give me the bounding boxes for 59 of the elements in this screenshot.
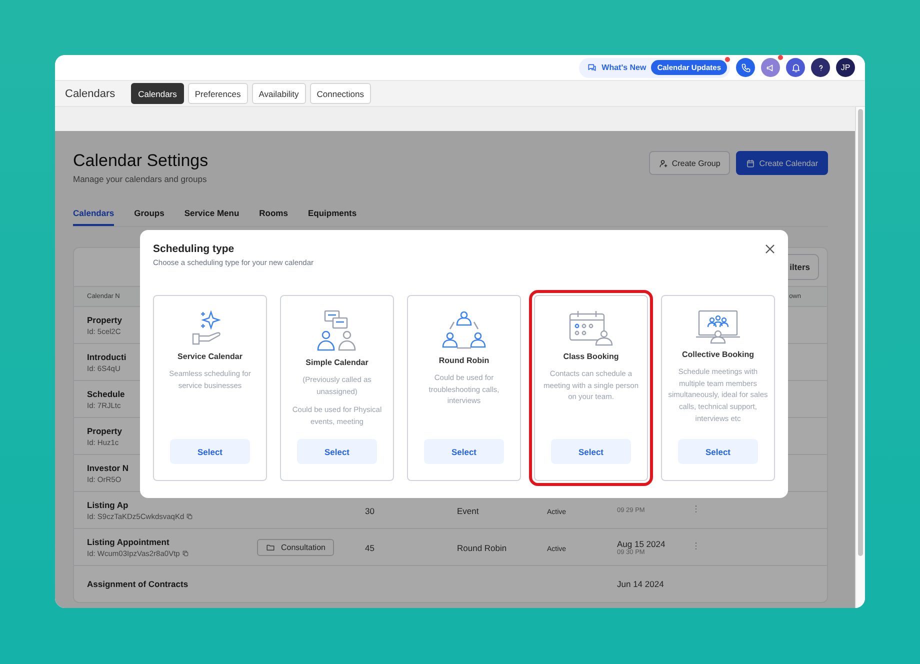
copy-icon[interactable]: [182, 550, 189, 556]
calendar-name: Listing Ap: [87, 500, 128, 510]
date-cell-text: Aug 15 2024: [617, 538, 666, 548]
select-button[interactable]: Select: [678, 439, 758, 464]
user-avatar[interactable]: JP: [836, 58, 855, 77]
bell-button[interactable]: [786, 58, 805, 77]
calendar-name: Schedule: [87, 388, 125, 398]
option-title: Simple Calendar: [306, 358, 368, 367]
group-chip[interactable]: Consultation: [257, 538, 334, 556]
laptop-people-icon: [695, 310, 741, 344]
nav-tab[interactable]: Availability: [252, 83, 306, 104]
page-tab[interactable]: Rooms: [259, 208, 288, 226]
select-button[interactable]: Select: [551, 439, 631, 464]
calendar-name: Property: [87, 314, 122, 324]
copy-icon[interactable]: [186, 512, 194, 520]
megaphone-button[interactable]: [761, 58, 780, 77]
select-button[interactable]: Select: [297, 439, 377, 464]
create-group-button[interactable]: Create Group: [648, 151, 730, 175]
option-title: Round Robin: [438, 356, 490, 365]
date-cell-text: Jun 14 2024: [617, 579, 665, 589]
page-tab[interactable]: Equipments: [308, 208, 357, 226]
phone-button[interactable]: [736, 58, 755, 77]
page-tab[interactable]: Groups: [134, 208, 164, 226]
dialog-title: Scheduling type: [153, 243, 234, 255]
phone-icon: [740, 62, 750, 72]
select-button[interactable]: Select: [424, 439, 504, 464]
page-tab[interactable]: Service Menu: [184, 208, 240, 226]
calendar-name: Property: [87, 426, 122, 436]
section-title: Calendars: [65, 88, 116, 100]
close-icon[interactable]: [764, 242, 776, 254]
nav-tab[interactable]: Preferences: [188, 83, 248, 104]
user-plus-icon: [658, 158, 668, 168]
option-title: Class Booking: [563, 352, 619, 361]
option-title: Collective Booking: [682, 350, 754, 359]
folder-icon: [266, 542, 275, 552]
select-button[interactable]: Select: [170, 439, 250, 464]
calendar-people-icon: [568, 310, 614, 346]
help-button[interactable]: [811, 58, 830, 77]
page-tab[interactable]: Calendars: [73, 208, 114, 226]
people-circle-icon: [442, 310, 486, 350]
nav-tab[interactable]: Connections: [310, 83, 372, 104]
calendar-name: Introducti: [87, 352, 126, 362]
calendar-icon: [746, 158, 756, 168]
whats-new-link[interactable]: What's New: [602, 63, 646, 72]
nav-tab[interactable]: Calendars: [131, 83, 184, 104]
calendar-name: Listing Appointment: [87, 536, 170, 546]
group-label: Consultation: [281, 542, 326, 552]
chat-icon: [586, 62, 597, 72]
duration-cell: 45: [365, 543, 374, 553]
type-cell: Event: [457, 506, 479, 516]
duration-cell: 30: [365, 506, 374, 516]
type-cell: Round Robin: [457, 543, 507, 553]
create-calendar-button[interactable]: Create Calendar: [736, 151, 828, 175]
page-title: Calendar Settings: [73, 151, 208, 171]
bell-icon: [790, 62, 800, 72]
option-title: Service Calendar: [178, 352, 242, 361]
page-subtitle: Manage your calendars and groups: [73, 174, 208, 184]
calendar-name: Assignment of Contracts: [87, 579, 188, 589]
calendar-name: Investor N: [87, 462, 129, 472]
